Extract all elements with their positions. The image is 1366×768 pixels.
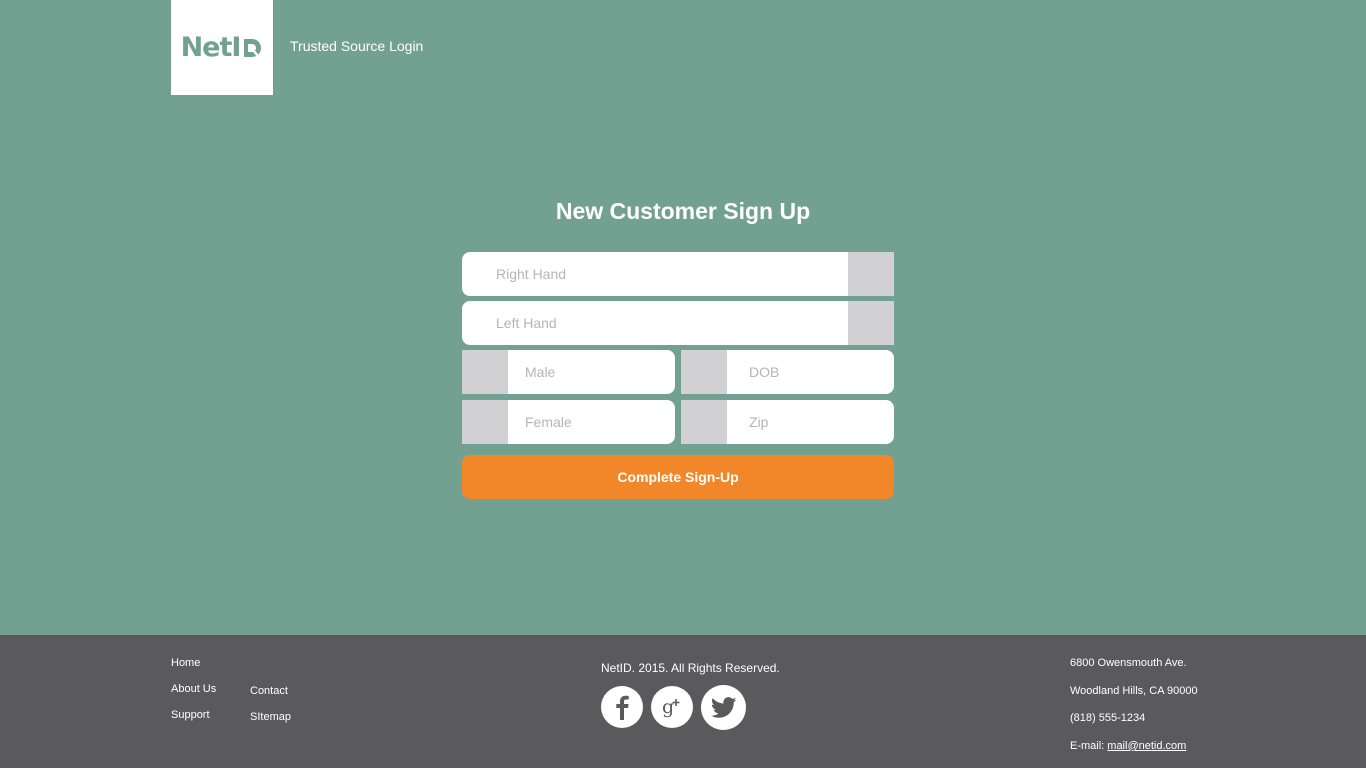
footer-link-home[interactable]: Home	[171, 657, 200, 669]
zip-field[interactable]: Zip	[681, 400, 894, 444]
left-hand-placeholder: Left Hand	[496, 315, 557, 331]
female-label: Female	[525, 414, 572, 430]
footer-link-contact[interactable]: Contact	[250, 685, 288, 697]
copyright-text: NetID. 2015. All Rights Reserved.	[601, 661, 780, 675]
trusted-source-login-link[interactable]: Trusted Source Login	[290, 38, 423, 54]
male-field[interactable]: Male	[462, 350, 675, 394]
dob-placeholder: DOB	[749, 364, 780, 380]
zip-box[interactable]	[681, 400, 727, 444]
dob-box[interactable]	[681, 350, 727, 394]
address-line-2: Woodland Hills, CA 90000	[1070, 685, 1198, 697]
male-radio-box[interactable]	[462, 350, 508, 394]
right-hand-scan-box[interactable]	[848, 252, 894, 296]
dob-field[interactable]: DOB	[681, 350, 894, 394]
twitter-icon[interactable]	[701, 685, 746, 730]
email-line: E-mail: mail@netid.com	[1070, 740, 1186, 752]
female-radio-box[interactable]	[462, 400, 508, 444]
footer-link-about[interactable]: About Us	[171, 683, 216, 695]
facebook-icon[interactable]	[601, 686, 643, 728]
male-label: Male	[525, 364, 556, 380]
logo-d-icon	[244, 38, 262, 57]
left-hand-field[interactable]: Left Hand	[462, 301, 894, 345]
footer-link-sitemap[interactable]: SItemap	[250, 711, 291, 723]
right-hand-field[interactable]: Right Hand	[462, 252, 894, 296]
logo-wordmark: NetI	[181, 32, 264, 63]
address-line-1: 6800 Owensmouth Ave.	[1070, 657, 1187, 669]
complete-sign-up-button[interactable]: Complete Sign-Up	[462, 455, 894, 499]
female-field[interactable]: Female	[462, 400, 675, 444]
footer-link-support[interactable]: Support	[171, 709, 210, 721]
left-hand-scan-box[interactable]	[848, 301, 894, 345]
page-title: New Customer Sign Up	[555, 198, 811, 224]
google-plus-icon[interactable]: g	[651, 686, 693, 728]
footer: Home About Us Support Contact SItemap Ne…	[0, 635, 1366, 768]
right-hand-placeholder: Right Hand	[496, 266, 567, 282]
zip-placeholder: Zip	[749, 414, 769, 430]
email-link[interactable]: mail@netid.com	[1107, 740, 1186, 752]
phone-number: (818) 555-1234	[1070, 712, 1146, 724]
email-label: E-mail:	[1070, 740, 1108, 752]
svg-text:g: g	[662, 696, 674, 718]
logo[interactable]: NetI	[171, 0, 273, 95]
